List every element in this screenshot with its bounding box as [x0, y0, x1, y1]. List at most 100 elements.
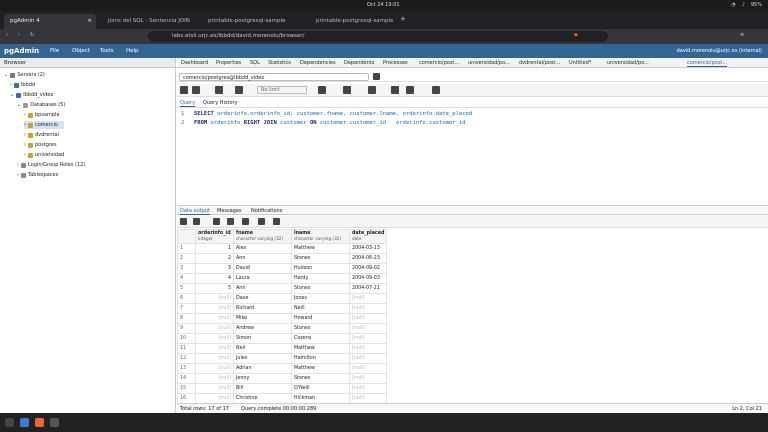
- table-cell[interactable]: Ann: [233, 283, 292, 294]
- table-row[interactable]: 16 [null] Christine Hickman [null]: [177, 393, 388, 403]
- column-header[interactable]: date_placed date: [348, 229, 388, 244]
- menu-object[interactable]: Object: [72, 48, 90, 54]
- commit-icon[interactable]: [391, 86, 399, 94]
- table-cell[interactable]: [null]: [195, 323, 234, 334]
- table-cell[interactable]: 3: [195, 263, 234, 274]
- tree-node[interactable]: › universidad: [24, 151, 64, 159]
- table-cell[interactable]: Bill: [233, 383, 292, 394]
- table-cell[interactable]: Dave: [233, 293, 292, 304]
- apps-icon[interactable]: [5, 418, 14, 427]
- tab-properties[interactable]: Properties: [216, 60, 241, 66]
- table-cell[interactable]: Hudson: [291, 263, 350, 274]
- table-cell[interactable]: Neill: [291, 303, 350, 314]
- table-cell[interactable]: David: [233, 263, 292, 274]
- table-cell[interactable]: [null]: [195, 363, 234, 374]
- table-row[interactable]: 9 [null] Andrew Stones [null]: [177, 323, 388, 334]
- table-row[interactable]: 13 [null] Adrian Matthew [null]: [177, 363, 388, 374]
- table-cell[interactable]: Matthew: [291, 343, 350, 354]
- edit-icon[interactable]: [215, 86, 223, 94]
- tab-processes[interactable]: Processes: [383, 60, 408, 66]
- tree-node[interactable]: ⌄ Servers (2): [4, 71, 45, 79]
- table-cell[interactable]: 1: [195, 243, 234, 254]
- tab-dependents[interactable]: Dependents: [344, 60, 374, 66]
- table-cell[interactable]: [null]: [195, 293, 234, 304]
- db-icon[interactable]: [373, 73, 380, 80]
- forward-icon[interactable]: ›: [18, 32, 20, 38]
- table-cell[interactable]: Jules: [233, 353, 292, 364]
- table-cell[interactable]: Jones: [291, 293, 350, 304]
- table-cell[interactable]: Howard: [291, 313, 350, 324]
- add-row-icon[interactable]: [180, 218, 187, 225]
- column-header[interactable]: orderinfo_id integer: [195, 229, 234, 244]
- tab-query-active[interactable]: comercio/post...: [687, 60, 728, 67]
- table-cell[interactable]: Stones: [291, 253, 350, 264]
- save-data-icon[interactable]: [242, 218, 249, 225]
- tree-node[interactable]: › Login/Group Roles (12): [17, 161, 85, 169]
- menu-file[interactable]: File: [50, 48, 59, 54]
- browser-tab[interactable]: printable-postgresql-sample: [202, 14, 306, 29]
- table-row[interactable]: 2 2 Ann Stones 2004-06-23: [177, 253, 388, 264]
- tab-dependencies[interactable]: Dependencies: [300, 60, 336, 66]
- table-row[interactable]: 15 [null] Bill O'Neill [null]: [177, 383, 388, 394]
- table-cell[interactable]: Hardy: [291, 273, 350, 284]
- copy-icon[interactable]: [193, 218, 200, 225]
- tree-node[interactable]: › comercio: [24, 121, 64, 129]
- browser-tab[interactable]: Joins del SQL - Sentencia JOIN: [102, 14, 198, 29]
- delete-icon[interactable]: [227, 218, 234, 225]
- column-header[interactable]: lname character varying (32): [291, 229, 350, 244]
- download-icon[interactable]: [258, 218, 265, 225]
- browser-tab[interactable]: printable-postgresql-sample: [310, 14, 396, 29]
- table-cell[interactable]: Laura: [233, 273, 292, 284]
- table-row[interactable]: 12 [null] Jules Hamilton [null]: [177, 353, 388, 364]
- tab-statistics[interactable]: Statistics: [268, 60, 291, 66]
- tree-node[interactable]: ⌄ lbbdd_video: [10, 91, 53, 99]
- table-row[interactable]: 1 1 Alex Matthew 2004-03-13: [177, 243, 388, 254]
- paste-icon[interactable]: [213, 218, 220, 225]
- tab-messages[interactable]: Messages: [217, 208, 242, 214]
- back-icon[interactable]: ‹: [6, 32, 8, 38]
- browser-tab[interactable]: pgAdmin 4 ×: [4, 14, 96, 29]
- table-cell[interactable]: Alex: [233, 243, 292, 254]
- tab-notifications[interactable]: Notifications: [251, 208, 282, 214]
- tree-node[interactable]: ⌄ Databases (5): [17, 101, 65, 109]
- table-cell[interactable]: [null]: [348, 393, 388, 403]
- macros-icon[interactable]: [432, 86, 440, 94]
- table-cell[interactable]: [null]: [348, 333, 388, 344]
- graph-icon[interactable]: [273, 218, 280, 225]
- browser-icon[interactable]: [35, 418, 44, 427]
- table-row[interactable]: 5 5 Ann Stones 2004-07-21: [177, 283, 388, 294]
- table-row[interactable]: 3 3 David Hudson 2004-09-02: [177, 263, 388, 274]
- table-row[interactable]: 4 4 Laura Hardy 2004-09-03: [177, 273, 388, 284]
- tab-query[interactable]: comercio/post...: [419, 60, 459, 66]
- open-file-icon[interactable]: [180, 86, 188, 94]
- table-cell[interactable]: Hickman: [291, 393, 350, 403]
- table-row[interactable]: 14 [null] Jenny Stones [null]: [177, 373, 388, 384]
- tab-dashboard[interactable]: Dashboard: [181, 60, 208, 66]
- table-cell[interactable]: Stones: [291, 373, 350, 384]
- table-cell[interactable]: 5: [195, 283, 234, 294]
- menu-help[interactable]: Help: [126, 48, 139, 54]
- table-cell[interactable]: 2004-07-21: [348, 283, 388, 294]
- sql-editor[interactable]: 1 SELECT orderinfo.orderinfo_id, custome…: [177, 109, 768, 209]
- table-cell[interactable]: [null]: [195, 343, 234, 354]
- column-header[interactable]: fname character varying (32): [233, 229, 292, 244]
- table-row[interactable]: 11 [null] Neil Matthew [null]: [177, 343, 388, 354]
- table-cell[interactable]: Neil: [233, 343, 292, 354]
- table-cell[interactable]: [null]: [195, 313, 234, 324]
- files-icon[interactable]: [20, 418, 29, 427]
- table-cell[interactable]: Cozens: [291, 333, 350, 344]
- menu-tools[interactable]: Tools: [100, 48, 114, 54]
- table-cell[interactable]: O'Neill: [291, 383, 350, 394]
- tab-query-history[interactable]: Query History: [203, 100, 238, 106]
- menu-icon[interactable]: ≡: [740, 32, 744, 38]
- table-cell[interactable]: Simon: [233, 333, 292, 344]
- table-cell[interactable]: [null]: [195, 383, 234, 394]
- table-cell[interactable]: Christine: [233, 393, 292, 403]
- table-row[interactable]: 8 [null] Mike Howard [null]: [177, 313, 388, 324]
- table-cell[interactable]: 2004-06-23: [348, 253, 388, 264]
- table-cell[interactable]: 2: [195, 253, 234, 264]
- table-cell[interactable]: [null]: [348, 303, 388, 314]
- table-cell[interactable]: Ann: [233, 253, 292, 264]
- table-row[interactable]: 6 [null] Dave Jones [null]: [177, 293, 388, 304]
- table-cell[interactable]: Jenny: [233, 373, 292, 384]
